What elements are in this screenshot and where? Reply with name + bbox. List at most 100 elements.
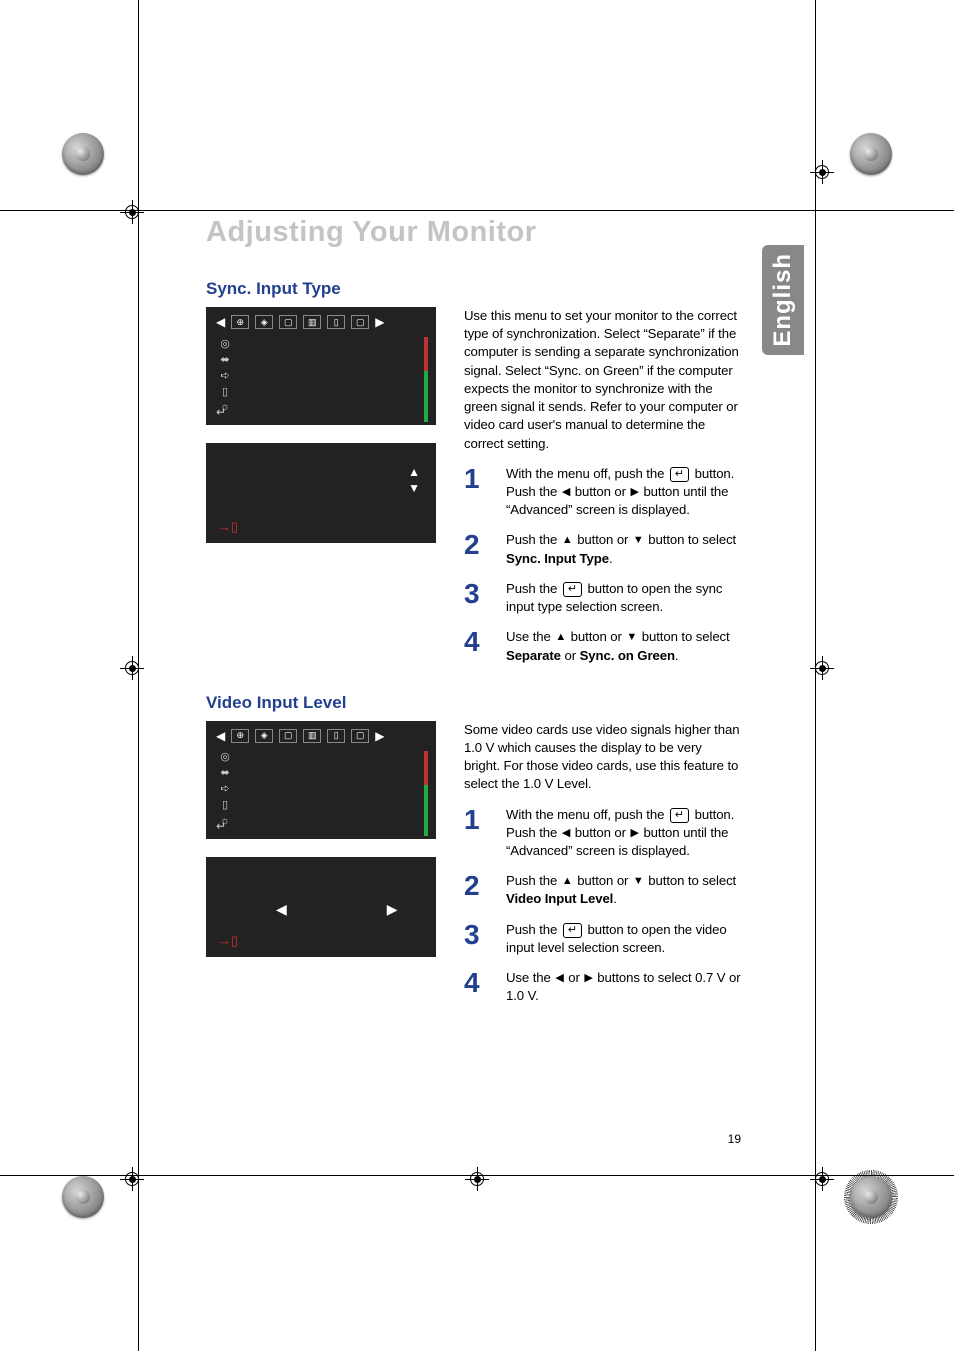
osd-scrollbar <box>424 751 428 836</box>
step-2: 2 Push the ▲ button or ▼ button to selec… <box>464 872 741 908</box>
step-number: 3 <box>464 580 496 608</box>
step-text: With the menu off, push the ↵ button. Pu… <box>506 465 741 520</box>
enter-button-icon: ↵ <box>670 808 689 823</box>
osd-side-icon: ◎ <box>217 751 233 763</box>
osd-illustrations: ◀ ⊕ ◈ ▢ ▥ ▯ ▢ ▶ ◎ ⬌ ➪ ▯ ☼ ↵ <box>206 307 436 543</box>
osd-tab-icon: ▥ <box>303 315 321 329</box>
step-number: 1 <box>464 806 496 834</box>
language-label: English <box>769 253 797 347</box>
osd-side-icon: ➪ <box>217 783 233 795</box>
osd-tab-icon: ▥ <box>303 729 321 743</box>
registration-mark <box>120 200 144 224</box>
osd-tab-icon: ⊕ <box>231 729 249 743</box>
osd-illustrations: ◀ ⊕ ◈ ▢ ▥ ▯ ▢ ▶ ◎ ⬌ ➪ ▯ ☼ ↵ <box>206 721 436 957</box>
section-video-input-level: Video Input Level ◀ ⊕ ◈ ▢ ▥ ▯ ▢ ▶ ◎ ⬌ ➪ <box>206 693 741 1006</box>
registration-mark <box>120 1167 144 1191</box>
step-text: Push the ▲ button or ▼ button to select … <box>506 531 741 567</box>
step-2: 2 Push the ▲ button or ▼ button to selec… <box>464 531 741 567</box>
step-text: Push the ↵ button to open the sync input… <box>506 580 741 616</box>
up-arrow-icon: ▲ <box>408 465 420 479</box>
osd-video-level-screen: ◀ ▶ →▯ <box>206 857 436 957</box>
left-arrow-icon: ◀ <box>276 901 287 918</box>
down-arrow-icon: ▼ <box>633 533 644 548</box>
left-arrow-icon: ◀ <box>562 826 570 841</box>
registration-mark <box>120 656 144 680</box>
step-number: 2 <box>464 531 496 559</box>
osd-tab-icon: ▢ <box>351 729 369 743</box>
step-1: 1 With the menu off, push the ↵ button. … <box>464 806 741 861</box>
section-sync-input-type: Sync. Input Type ◀ ⊕ ◈ ▢ ▥ ▯ ▢ ▶ ◎ ⬌ ➪ ▯ <box>206 279 741 665</box>
instructions: Some video cards use video signals highe… <box>464 721 741 1006</box>
corner-disk-tr <box>850 133 892 175</box>
step-1: 1 With the menu off, push the ↵ button. … <box>464 465 741 520</box>
right-arrow-icon: ▶ <box>631 485 639 500</box>
osd-side-icon: ▯ <box>217 385 233 397</box>
enter-button-icon: ↵ <box>670 467 689 482</box>
step-number: 1 <box>464 465 496 493</box>
osd-scrollbar <box>424 337 428 422</box>
step-text: Push the ▲ button or ▼ button to select … <box>506 872 741 908</box>
registration-mark <box>810 160 834 184</box>
osd-main-menu: ◀ ⊕ ◈ ▢ ▥ ▯ ▢ ▶ ◎ ⬌ ➪ ▯ ☼ ↵ <box>206 307 436 425</box>
up-arrow-icon: ▲ <box>555 630 566 645</box>
osd-side-icon: ⬌ <box>217 353 233 365</box>
enter-button-icon: ↵ <box>563 923 582 938</box>
step-text: Push the ↵ button to open the video inpu… <box>506 921 741 957</box>
exit-icon: →▯ <box>218 933 238 949</box>
section-title: Sync. Input Type <box>206 279 741 299</box>
nav-left-icon: ◀ <box>216 729 225 743</box>
up-arrow-icon: ▲ <box>562 533 573 548</box>
down-arrow-icon: ▼ <box>633 874 644 889</box>
corner-disk-br <box>850 1176 892 1218</box>
registration-mark <box>810 1167 834 1191</box>
down-arrow-icon: ▼ <box>626 630 637 645</box>
section-title: Video Input Level <box>206 693 741 713</box>
right-arrow-icon: ▶ <box>631 826 639 841</box>
right-arrow-icon: ▶ <box>387 901 398 918</box>
osd-side-icon: ➪ <box>217 369 233 381</box>
language-tab: English <box>762 245 804 355</box>
page-number: 19 <box>728 1132 741 1146</box>
up-arrow-icon: ▲ <box>562 874 573 889</box>
osd-sync-type-screen: ▲ ▼ →▯ <box>206 443 436 543</box>
enter-button-icon: ↵ <box>563 582 582 597</box>
step-text: Use the ▲ button or ▼ button to select S… <box>506 628 741 664</box>
intro-text: Some video cards use video signals highe… <box>464 721 741 794</box>
step-number: 2 <box>464 872 496 900</box>
step-number: 4 <box>464 969 496 997</box>
corner-disk-tl <box>62 133 104 175</box>
osd-side-icon: ⬌ <box>217 767 233 779</box>
osd-tab-icon: ◈ <box>255 315 273 329</box>
osd-tab-icon: ▢ <box>351 315 369 329</box>
step-4: 4 Use the ◀ or ▶ buttons to select 0.7 V… <box>464 969 741 1005</box>
osd-tab-icon: ◈ <box>255 729 273 743</box>
instructions: Use this menu to set your monitor to the… <box>464 307 741 665</box>
registration-mark <box>810 656 834 680</box>
chapter-title: Adjusting Your Monitor <box>206 216 741 249</box>
osd-tab-icon: ▢ <box>279 729 297 743</box>
intro-text: Use this menu to set your monitor to the… <box>464 307 741 453</box>
step-3: 3 Push the ↵ button to open the sync inp… <box>464 580 741 616</box>
step-text: Use the ◀ or ▶ buttons to select 0.7 V o… <box>506 969 741 1005</box>
step-number: 4 <box>464 628 496 656</box>
corner-disk-bl <box>62 1176 104 1218</box>
left-arrow-icon: ◀ <box>562 485 570 500</box>
step-text: With the menu off, push the ↵ button. Pu… <box>506 806 741 861</box>
osd-tab-icon: ▢ <box>279 315 297 329</box>
left-arrow-icon: ◀ <box>555 971 563 986</box>
osd-tab-icon: ▯ <box>327 729 345 743</box>
step-4: 4 Use the ▲ button or ▼ button to select… <box>464 628 741 664</box>
enter-icon: ↵ <box>216 819 226 833</box>
nav-right-icon: ▶ <box>375 315 384 329</box>
osd-tab-icon: ⊕ <box>231 315 249 329</box>
osd-side-icon: ◎ <box>217 337 233 349</box>
nav-left-icon: ◀ <box>216 315 225 329</box>
nav-right-icon: ▶ <box>375 729 384 743</box>
osd-tab-icon: ▯ <box>327 315 345 329</box>
step-3: 3 Push the ↵ button to open the video in… <box>464 921 741 957</box>
step-number: 3 <box>464 921 496 949</box>
down-arrow-icon: ▼ <box>408 481 420 495</box>
right-arrow-icon: ▶ <box>584 971 592 986</box>
registration-mark <box>465 1167 489 1191</box>
exit-icon: →▯ <box>218 519 238 535</box>
